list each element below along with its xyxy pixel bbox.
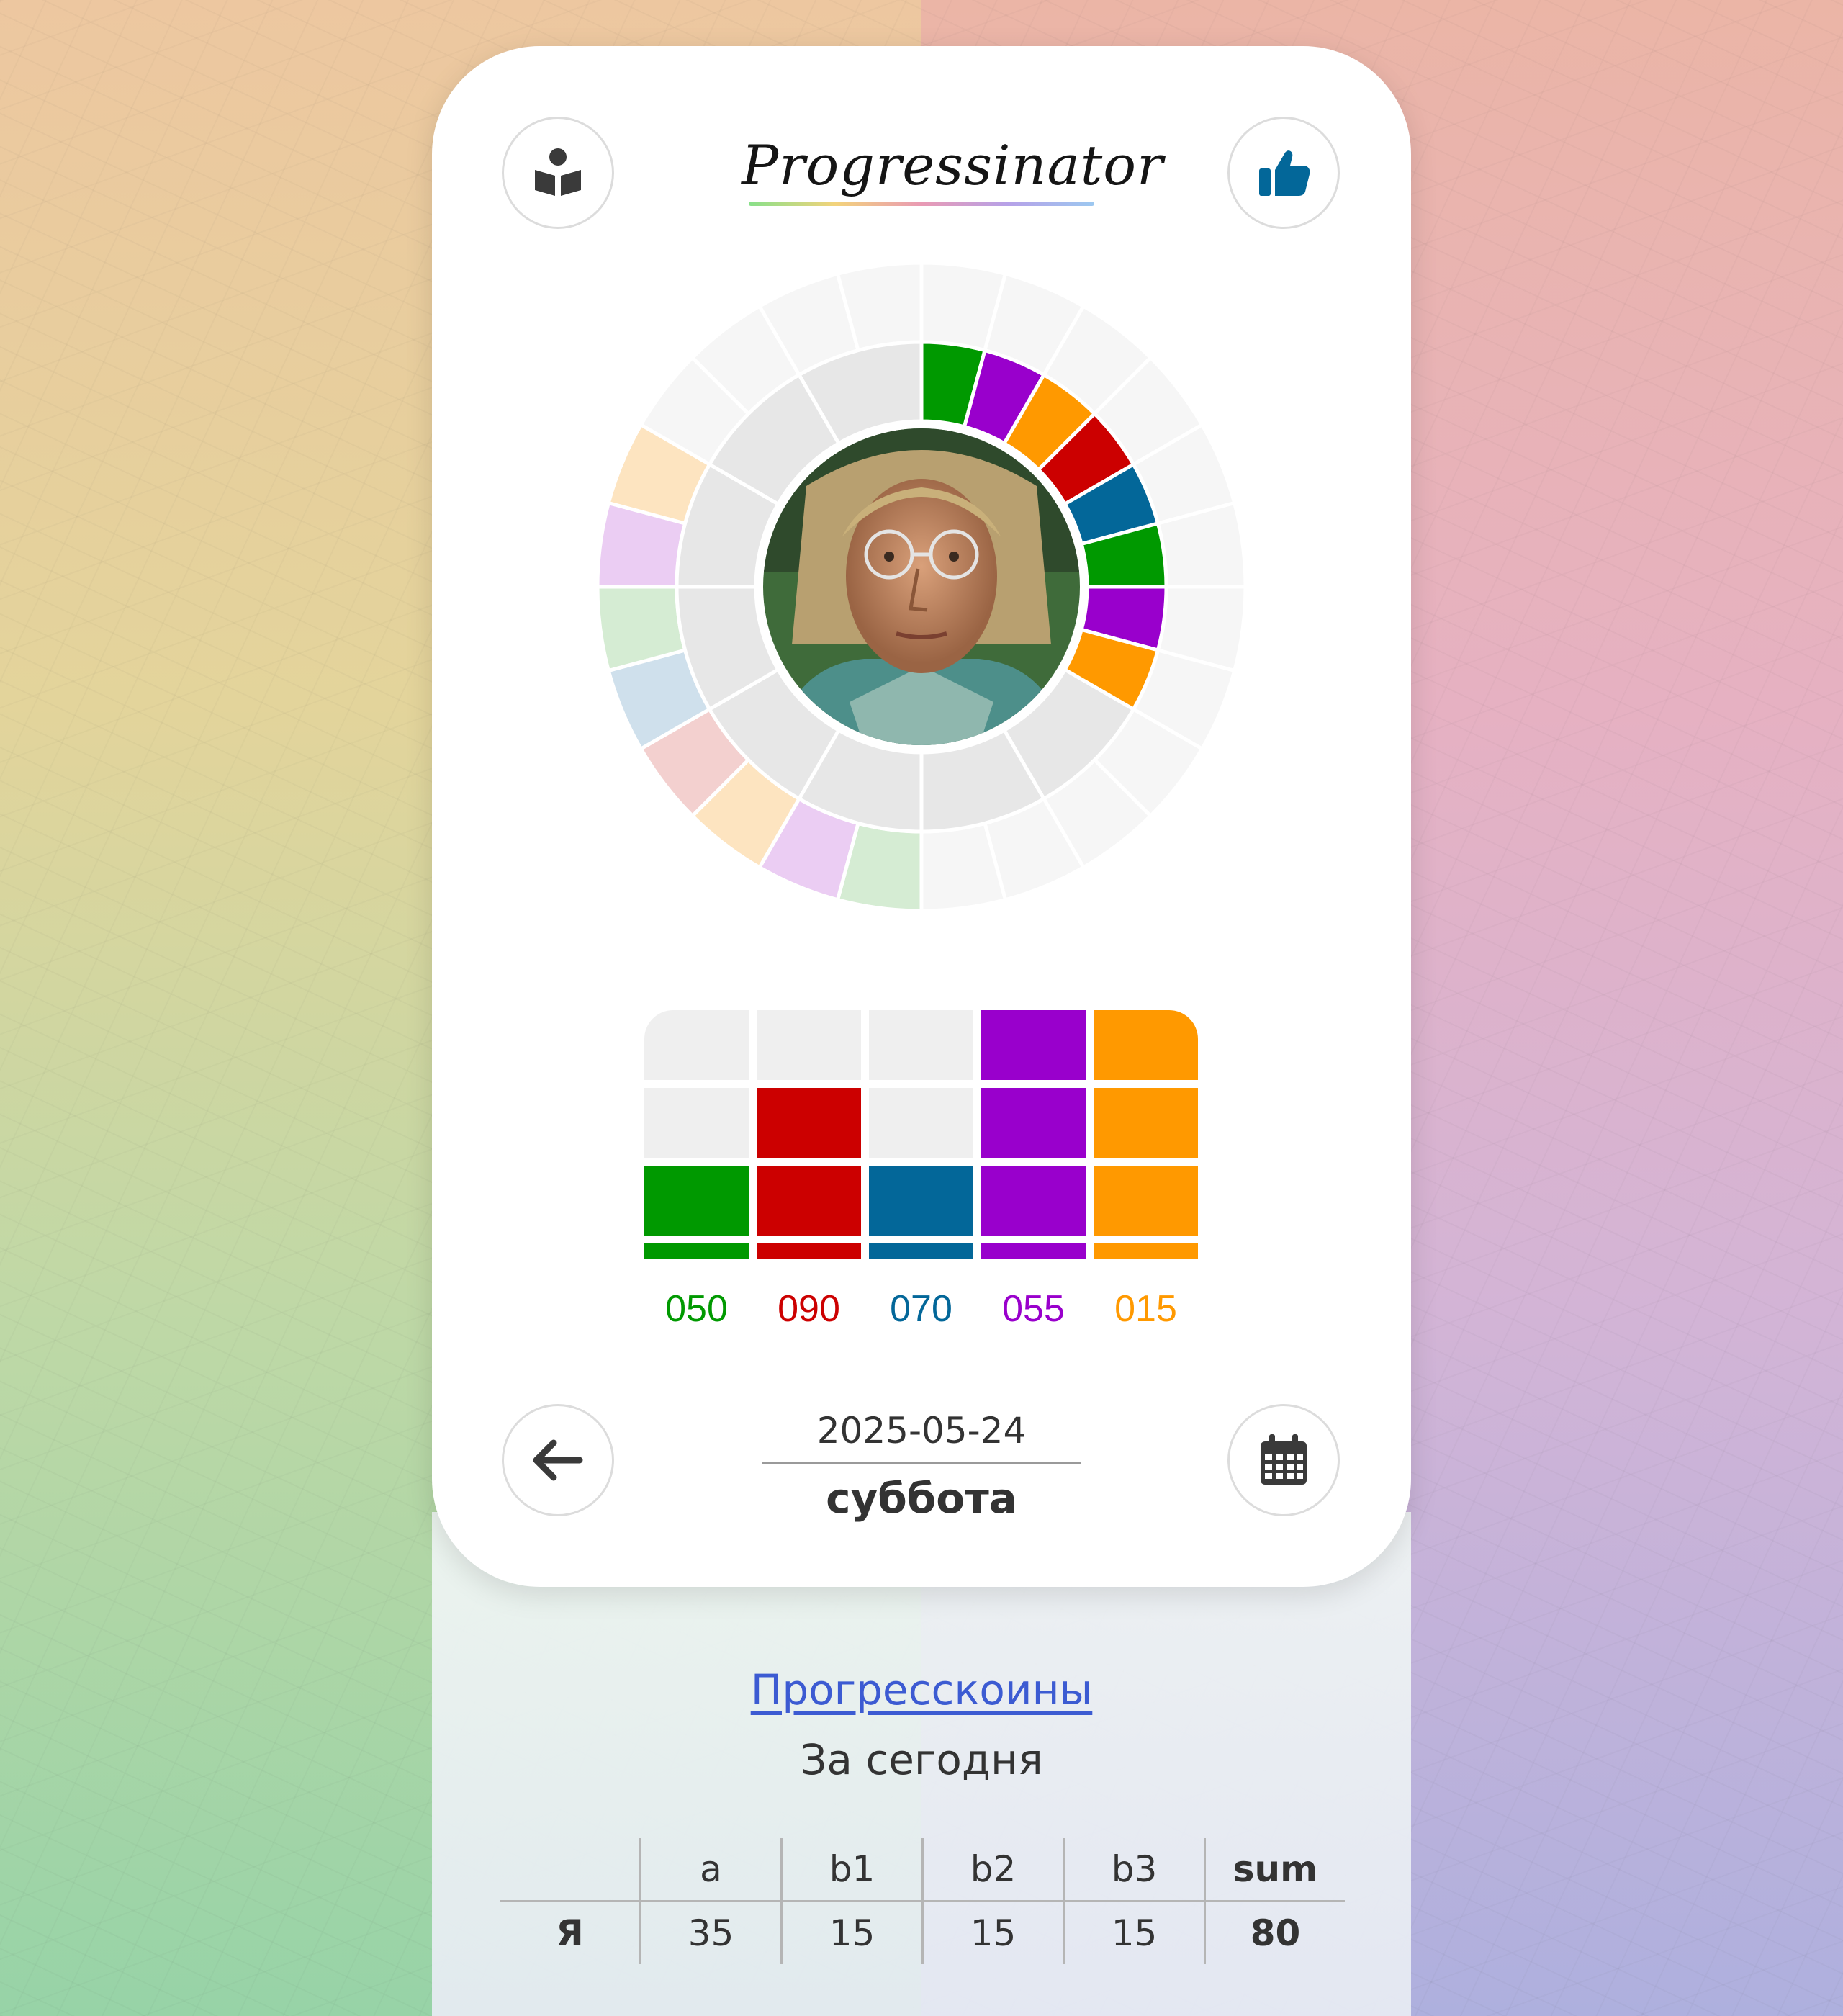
bar-baseline [644, 1243, 749, 1259]
bar-block [644, 1010, 749, 1080]
bar-block [644, 1088, 749, 1158]
bar-block [1094, 1166, 1198, 1236]
bar-value-label: 050 [665, 1288, 728, 1330]
bar-block [981, 1088, 1086, 1158]
bar-baseline [757, 1243, 861, 1259]
bar-baseline [981, 1243, 1086, 1259]
table-cell: 15 [922, 1901, 1064, 1964]
table-header-cell: b2 [922, 1838, 1064, 1902]
bar-block [869, 1088, 973, 1158]
bar-value-label: 070 [890, 1288, 952, 1330]
table-cell-name: Я [556, 1912, 584, 1954]
table-header-row: a b1 b2 b3 sum [500, 1838, 1345, 1902]
table-header-cell [500, 1838, 641, 1902]
date-divider [762, 1462, 1081, 1464]
thumbs-up-icon [1259, 150, 1310, 196]
table-cell-sum: 80 [1204, 1901, 1345, 1964]
book-reader-icon [535, 148, 581, 196]
calendar-icon [1261, 1434, 1307, 1485]
table-header-cell: b1 [780, 1838, 923, 1902]
bar-baseline [869, 1243, 973, 1259]
bar-block [869, 1010, 973, 1080]
table-cell: 15 [780, 1901, 923, 1964]
avatar [763, 428, 1080, 745]
bar-block [644, 1166, 749, 1236]
bar-block [981, 1166, 1086, 1236]
weekday-label: суббота [826, 1474, 1017, 1523]
app-logo: Progressinator [742, 133, 1164, 197]
previous-day-button[interactable] [502, 1404, 614, 1516]
coins-table: a b1 b2 b3 sum Я 35 15 15 15 80 [500, 1838, 1345, 1964]
bar-value-label: 015 [1114, 1288, 1177, 1330]
bar-block [757, 1166, 861, 1236]
today-label: За сегодня [800, 1735, 1043, 1784]
coins-link[interactable]: Прогресскоины [648, 1665, 1195, 1714]
date-display[interactable]: 2025-05-24 [763, 1410, 1080, 1452]
table-cell: 35 [639, 1901, 782, 1964]
logo-underline [749, 202, 1094, 206]
bar-block [981, 1010, 1086, 1080]
bar-block [757, 1088, 861, 1158]
like-button[interactable] [1227, 117, 1340, 229]
table-row: Я 35 15 15 15 80 [500, 1901, 1345, 1964]
bar-block [757, 1010, 861, 1080]
reading-button[interactable] [502, 117, 614, 229]
bar-block [869, 1166, 973, 1236]
bar-value-label: 090 [778, 1288, 840, 1330]
bar-block [1094, 1088, 1198, 1158]
calendar-button[interactable] [1227, 1404, 1340, 1516]
bar-value-label: 055 [1002, 1288, 1065, 1330]
table-header-cell: a [639, 1838, 782, 1902]
bar-baseline [1094, 1243, 1198, 1259]
table-header-cell: b3 [1063, 1838, 1205, 1902]
bar-block [1094, 1010, 1198, 1080]
arrow-left-icon [533, 1439, 583, 1481]
table-cell: 15 [1063, 1901, 1205, 1964]
table-header-cell: sum [1204, 1838, 1345, 1902]
